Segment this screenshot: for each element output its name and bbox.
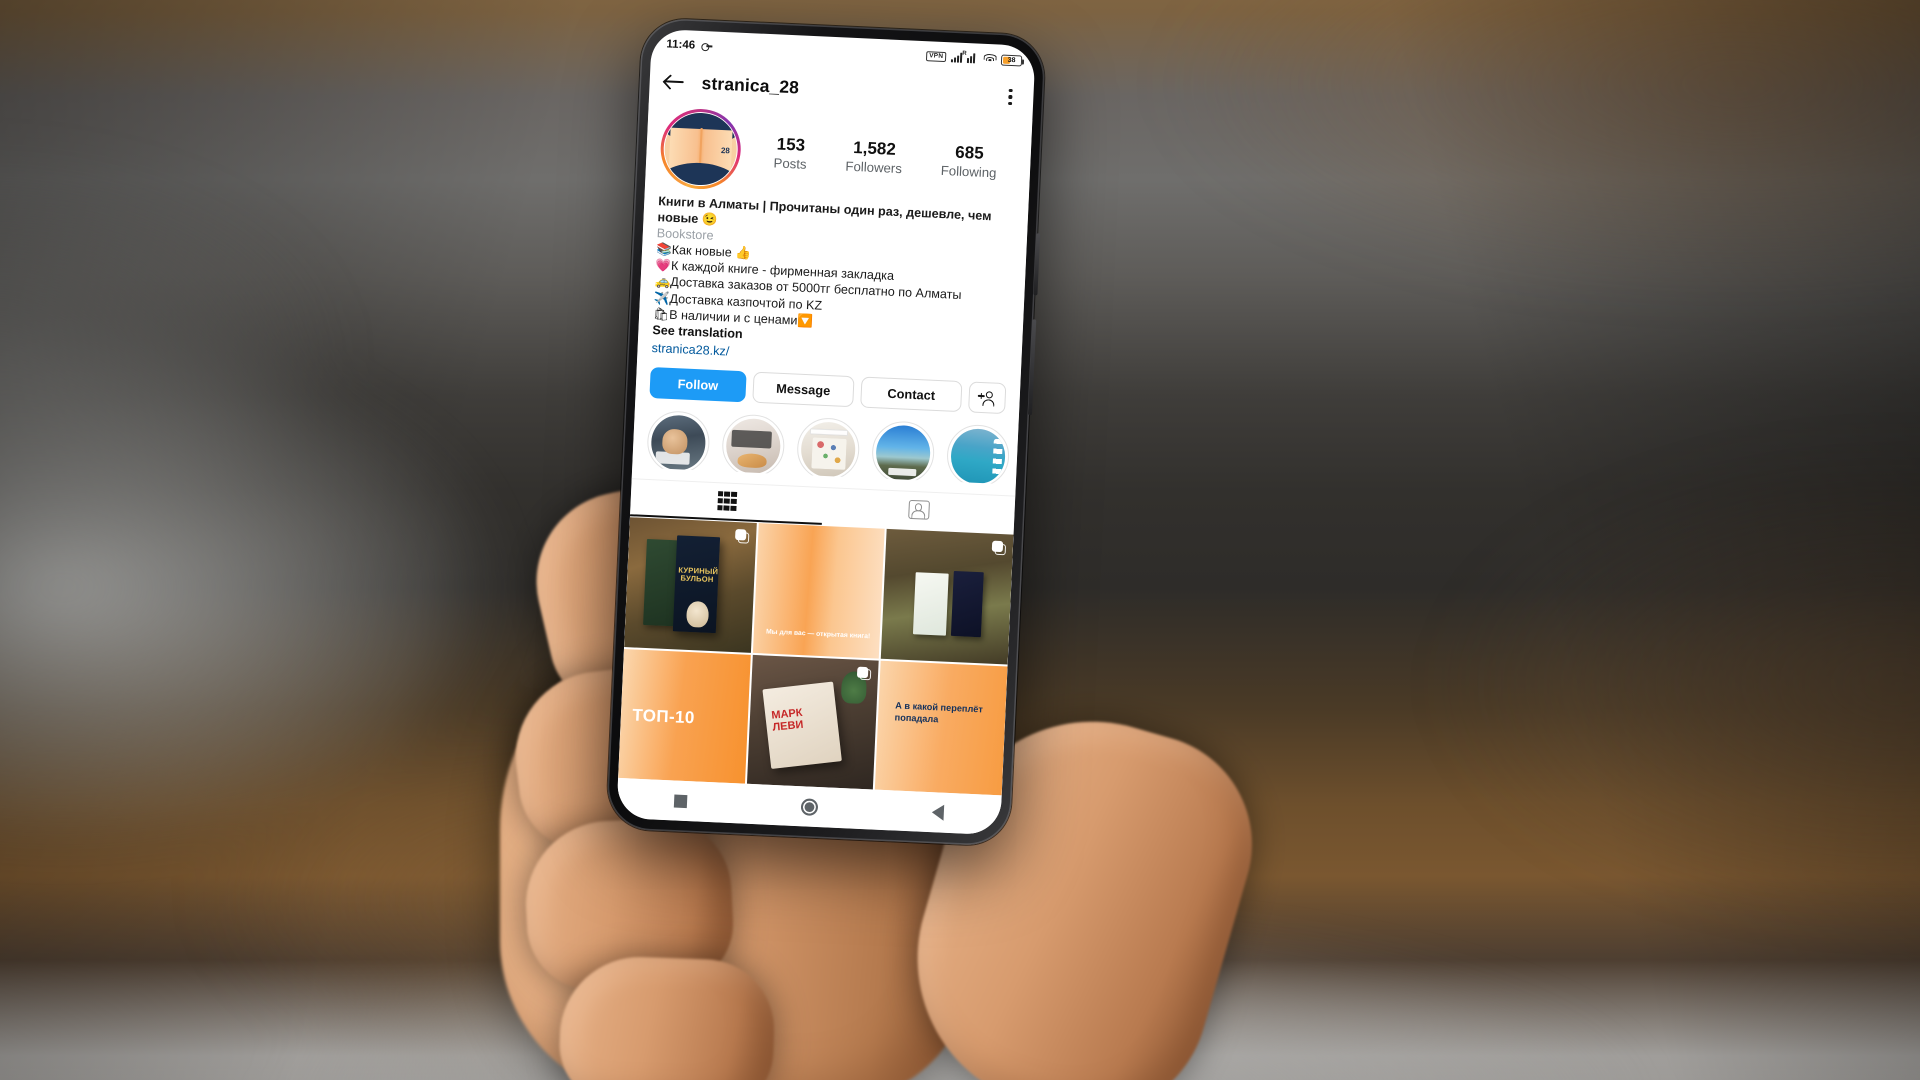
highlight-item[interactable]: А это я) — [645, 410, 711, 485]
smartphone-device: 11:46 VPN R 38 stranica_28 28 153 Posts … — [605, 17, 1047, 847]
contact-button[interactable]: Contact — [860, 376, 963, 413]
carousel-icon — [857, 666, 872, 681]
post-thumbnail[interactable]: А в какой переплёт попадала — [874, 660, 1008, 796]
key-icon — [701, 42, 712, 50]
posts-label: Posts — [773, 155, 807, 172]
battery-icon: 38 — [1000, 54, 1023, 67]
carousel-icon — [991, 541, 1007, 556]
wifi-icon — [983, 53, 997, 65]
highlight-item[interactable]: Сесилия Ахе… — [795, 417, 861, 485]
post-grid: КУРИНЫЙ БУЛЬОН Мы для вас — открытая кни… — [618, 517, 1014, 796]
post-thumbnail[interactable] — [880, 529, 1014, 665]
avatar-book-logo: 28 — [663, 111, 738, 187]
square-recents-icon[interactable] — [673, 793, 688, 808]
stat-posts[interactable]: 153 Posts — [773, 135, 808, 172]
following-count: 685 — [954, 142, 985, 164]
avatar[interactable]: 28 — [661, 109, 740, 189]
highlight-item[interactable]: Упом — [945, 423, 1011, 485]
circle-home-icon[interactable] — [800, 797, 819, 816]
signal-bars-icon — [950, 52, 963, 63]
post-caption: КУРИНЫЙ БУЛЬОН — [678, 565, 719, 585]
little-finger — [557, 954, 777, 1080]
battery-level-label: 38 — [1007, 56, 1016, 64]
add-person-icon — [977, 390, 996, 407]
profile-stats: 153 Posts 1,582 Followers 685 Following — [750, 134, 1017, 182]
following-label: Following — [940, 162, 997, 181]
post-thumbnail[interactable]: КУРИНЫЙ БУЛЬОН — [624, 517, 757, 653]
kebab-menu-icon[interactable] — [1001, 87, 1020, 108]
followers-label: Followers — [845, 158, 903, 176]
carousel-icon — [734, 529, 750, 544]
profile-scroll-area[interactable]: 28 153 Posts 1,582 Followers 685 Followi… — [618, 102, 1033, 796]
followers-count: 1,582 — [852, 138, 897, 160]
message-button[interactable]: Message — [752, 372, 855, 408]
highlight-item[interactable]: Я здесь! 🙋 — [720, 413, 786, 485]
status-bar-left: 11:46 — [666, 38, 712, 52]
vpn-icon: VPN — [925, 51, 947, 62]
triangle-back-icon[interactable] — [931, 804, 945, 821]
posts-count: 153 — [776, 134, 806, 155]
post-caption: ТОП-10 — [631, 706, 696, 728]
highlight-item[interactable]: Доброе утро!… — [870, 420, 936, 485]
follow-button[interactable]: Follow — [649, 367, 747, 403]
avatar-badge-number: 28 — [720, 146, 731, 156]
post-caption: А в какой переплёт попадала — [894, 700, 984, 725]
grid-icon — [716, 491, 737, 511]
roaming-label: R — [962, 50, 967, 57]
phone-screen: 11:46 VPN R 38 stranica_28 28 153 Posts … — [616, 28, 1036, 836]
add-person-button[interactable] — [968, 381, 1007, 415]
stat-followers[interactable]: 1,582 Followers — [845, 138, 903, 176]
back-arrow-icon[interactable] — [663, 70, 686, 93]
avatar-story-ring[interactable]: 28 — [658, 107, 743, 191]
tagged-person-icon — [907, 499, 930, 520]
post-caption: Мы для вас — открытая книга! — [765, 628, 871, 641]
post-thumbnail[interactable]: МАРК ЛЕВИ — [746, 654, 880, 790]
stat-following[interactable]: 685 Following — [940, 142, 997, 180]
highlight-caption: Сесилия Ахе… — [795, 483, 857, 484]
roaming-signal-bars-icon: R — [962, 51, 978, 64]
page-title: stranica_28 — [701, 72, 800, 97]
post-thumbnail[interactable]: Мы для вас — открытая книга! — [752, 523, 886, 659]
tab-grid[interactable] — [629, 479, 824, 525]
status-bar-right: VPN R 38 — [925, 51, 1023, 67]
tab-tagged[interactable] — [822, 488, 1015, 534]
post-thumbnail[interactable]: ТОП-10 — [618, 648, 751, 784]
status-bar-clock: 11:46 — [666, 38, 696, 52]
profile-bio: Книги в Алматы | Прочитаны один раз, деш… — [637, 187, 1028, 374]
